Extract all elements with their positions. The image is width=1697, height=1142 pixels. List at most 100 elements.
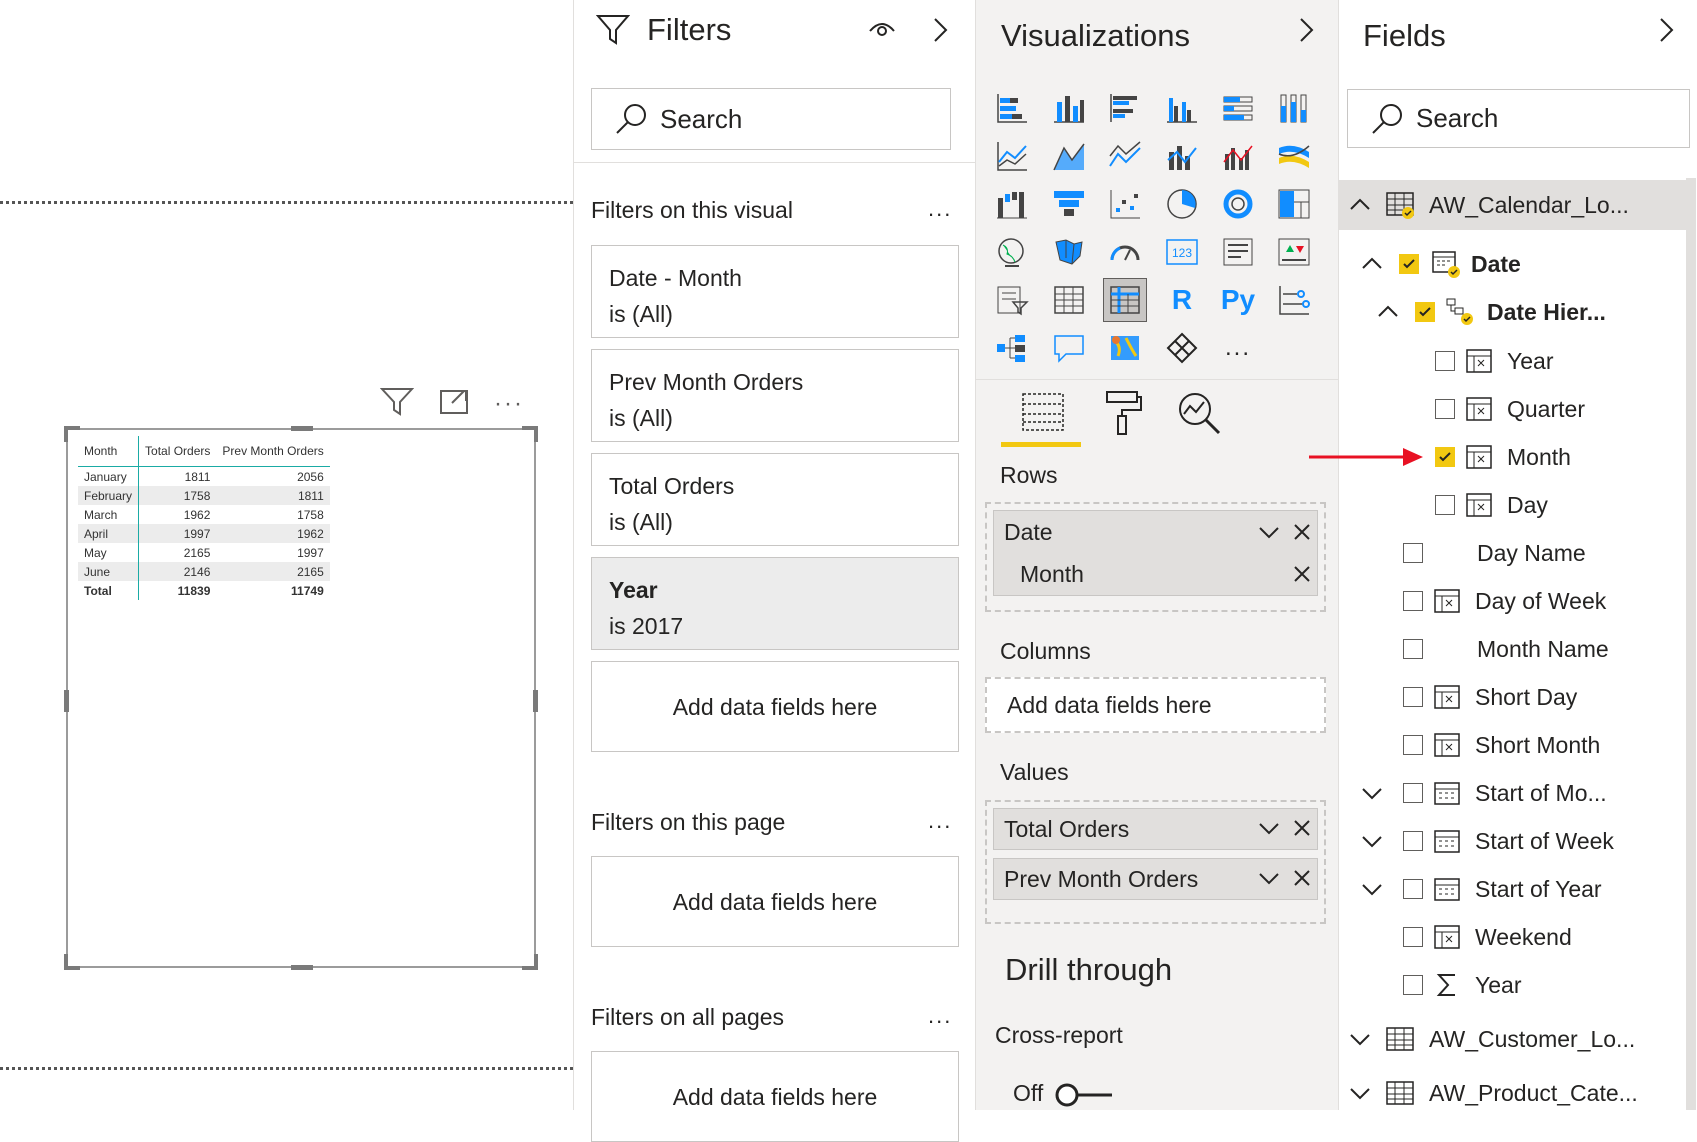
- close-icon[interactable]: [1293, 817, 1311, 845]
- analytics-magnifier-icon[interactable]: [1176, 390, 1222, 441]
- filter-card-prev-month-orders[interactable]: Prev Month Orders is (All): [591, 349, 959, 442]
- stacked-column-chart-icon[interactable]: [1049, 88, 1089, 128]
- chevron-down-icon[interactable]: [1359, 780, 1385, 806]
- power-apps-icon[interactable]: [1162, 328, 1202, 368]
- filter-card-date-month[interactable]: Date - Month is (All): [591, 245, 959, 338]
- card-icon[interactable]: 123: [1162, 232, 1202, 272]
- collapse-fields-icon[interactable]: [1656, 16, 1676, 49]
- filters-page-drop-zone[interactable]: Add data fields here: [591, 856, 959, 947]
- gauge-icon[interactable]: [1105, 232, 1145, 272]
- resize-handle[interactable]: [533, 690, 538, 712]
- field-short-month[interactable]: Short Month: [1403, 725, 1600, 765]
- matrix-icon[interactable]: [1103, 278, 1147, 322]
- values-well[interactable]: Total Orders Prev Month Orders: [985, 800, 1326, 924]
- day-of-week-checkbox[interactable]: [1403, 591, 1423, 611]
- start-of-year-checkbox[interactable]: [1403, 879, 1423, 899]
- line-chart-icon[interactable]: [992, 136, 1032, 176]
- line-clustered-column-icon[interactable]: [1218, 136, 1258, 176]
- waterfall-chart-icon[interactable]: [992, 184, 1032, 224]
- funnel-chart-icon[interactable]: [1049, 184, 1089, 224]
- chevron-down-icon[interactable]: [1347, 1026, 1373, 1052]
- column-header[interactable]: Prev Month Orders: [216, 436, 329, 467]
- field-short-day[interactable]: Short Day: [1403, 677, 1577, 717]
- clustered-bar-chart-icon[interactable]: [1105, 88, 1145, 128]
- ribbon-chart-icon[interactable]: [1274, 136, 1314, 176]
- donut-chart-icon[interactable]: [1218, 184, 1258, 224]
- treemap-icon[interactable]: [1274, 184, 1314, 224]
- resize-handle[interactable]: [291, 426, 313, 431]
- field-date-hierarchy[interactable]: Date Hier...: [1375, 292, 1606, 332]
- close-icon[interactable]: [1293, 867, 1311, 895]
- short-month-checkbox[interactable]: [1403, 735, 1423, 755]
- column-header[interactable]: Month: [78, 436, 140, 467]
- more-options-icon[interactable]: ...: [928, 808, 952, 834]
- rows-field-pill[interactable]: Date Month: [993, 510, 1318, 596]
- focus-mode-icon[interactable]: [438, 386, 470, 421]
- chevron-up-icon[interactable]: [1347, 192, 1373, 218]
- arcgis-map-icon[interactable]: [1105, 328, 1145, 368]
- resize-handle[interactable]: [534, 426, 538, 442]
- line-stacked-column-icon[interactable]: [1162, 136, 1202, 176]
- start-of-month-checkbox[interactable]: [1403, 783, 1423, 803]
- table-icon[interactable]: [1049, 280, 1089, 320]
- decomposition-tree-icon[interactable]: [992, 328, 1032, 368]
- more-options-icon[interactable]: ...: [928, 1003, 952, 1029]
- table-aw-calendar[interactable]: AW_Calendar_Lo...: [1339, 180, 1686, 230]
- qa-visual-icon[interactable]: [1049, 328, 1089, 368]
- columns-drop-zone[interactable]: Add data fields here: [985, 677, 1326, 733]
- more-options-icon[interactable]: ...: [928, 196, 952, 222]
- field-weekend[interactable]: Weekend: [1403, 917, 1572, 957]
- field-start-of-month[interactable]: Start of Mo...: [1359, 773, 1607, 813]
- scrollbar[interactable]: [1686, 178, 1696, 1110]
- field-hier-month[interactable]: Month: [1435, 437, 1571, 477]
- close-icon[interactable]: [1293, 521, 1311, 549]
- collapse-visualizations-icon[interactable]: [1296, 16, 1316, 49]
- table-aw-product[interactable]: AW_Product_Cate...: [1347, 1073, 1638, 1113]
- field-day-name[interactable]: Day Name: [1403, 533, 1586, 573]
- matrix-visual[interactable]: Month Total Orders Prev Month Orders Jan…: [64, 426, 538, 970]
- resize-handle[interactable]: [534, 954, 538, 970]
- fields-tab-icon[interactable]: [1019, 390, 1067, 439]
- field-year[interactable]: Year: [1403, 965, 1521, 1005]
- month-name-checkbox[interactable]: [1403, 639, 1423, 659]
- chevron-down-icon[interactable]: [1257, 867, 1281, 895]
- stacked-area-chart-icon[interactable]: [1105, 136, 1145, 176]
- python-visual-icon[interactable]: Py: [1214, 280, 1262, 320]
- pie-chart-icon[interactable]: [1162, 184, 1202, 224]
- filter-icon[interactable]: [379, 386, 415, 421]
- field-hier-day[interactable]: Day: [1435, 485, 1548, 525]
- field-month-name[interactable]: Month Name: [1403, 629, 1609, 669]
- format-paint-roller-icon[interactable]: [1103, 388, 1143, 441]
- day-name-checkbox[interactable]: [1403, 543, 1423, 563]
- chevron-up-icon[interactable]: [1359, 251, 1385, 277]
- rows-well[interactable]: Date Month: [985, 502, 1326, 612]
- filters-all-pages-drop-zone[interactable]: Add data fields here: [591, 1051, 959, 1142]
- filters-visual-drop-zone[interactable]: Add data fields here: [591, 661, 959, 752]
- more-visuals-icon[interactable]: ...: [1218, 328, 1258, 368]
- scatter-chart-icon[interactable]: [1105, 184, 1145, 224]
- start-of-week-checkbox[interactable]: [1403, 831, 1423, 851]
- quarter-checkbox[interactable]: [1435, 399, 1455, 419]
- collapse-filters-icon[interactable]: [930, 16, 950, 49]
- resize-handle[interactable]: [64, 954, 68, 970]
- field-date[interactable]: Date: [1359, 244, 1521, 284]
- close-icon[interactable]: [1293, 563, 1311, 591]
- column-header[interactable]: Total Orders: [139, 436, 217, 467]
- filter-card-year[interactable]: Year is 2017: [591, 557, 959, 650]
- short-day-checkbox[interactable]: [1403, 687, 1423, 707]
- table-aw-customer[interactable]: AW_Customer_Lo...: [1347, 1019, 1635, 1059]
- chevron-up-icon[interactable]: [1375, 299, 1401, 325]
- multi-row-card-icon[interactable]: [1218, 232, 1258, 272]
- year-measure-checkbox[interactable]: [1403, 975, 1423, 995]
- filter-card-total-orders[interactable]: Total Orders is (All): [591, 453, 959, 546]
- values-field-pill[interactable]: Prev Month Orders: [993, 858, 1318, 900]
- field-start-of-year[interactable]: Start of Year: [1359, 869, 1602, 909]
- month-checkbox[interactable]: [1435, 447, 1455, 467]
- field-day-of-week[interactable]: Day of Week: [1403, 581, 1606, 621]
- map-icon[interactable]: [992, 232, 1032, 272]
- 100-stacked-bar-chart-icon[interactable]: [1218, 88, 1258, 128]
- stacked-bar-chart-icon[interactable]: [992, 88, 1032, 128]
- chevron-down-icon[interactable]: [1359, 876, 1385, 902]
- more-options-icon[interactable]: ···: [494, 390, 524, 418]
- kpi-icon[interactable]: [1274, 232, 1314, 272]
